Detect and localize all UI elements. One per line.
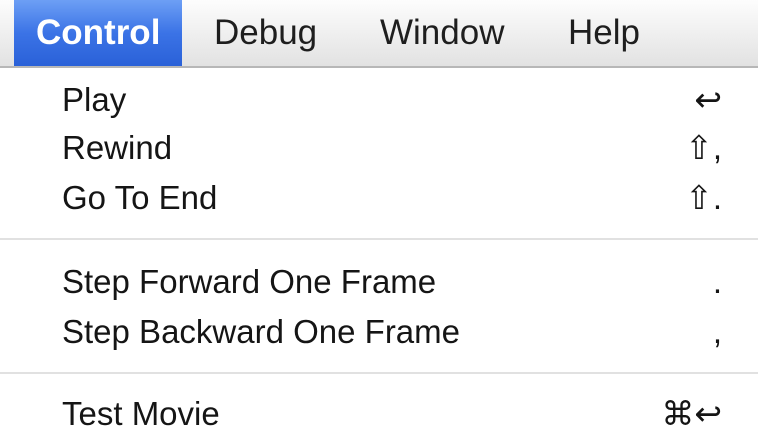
- go-to-end-label: Go To End: [62, 179, 218, 216]
- menu-separator: [0, 372, 758, 374]
- menu-separator: [0, 238, 758, 240]
- period-shortcut: .: [712, 263, 722, 300]
- rewind-label: Rewind: [62, 129, 173, 166]
- menu-screen: Control Debug Window Help Play ↩ Rewind …: [0, 0, 758, 430]
- step-forward-label: Step Forward One Frame: [62, 263, 437, 300]
- return-shortcut: ↩: [694, 81, 722, 118]
- play-menu-item[interactable]: Play ↩: [0, 76, 758, 124]
- test-movie-menu-item[interactable]: Test Movie ⌘↩: [0, 390, 758, 430]
- window-menu[interactable]: Window: [380, 0, 504, 66]
- shift-comma-shortcut: ⇧,: [685, 129, 722, 166]
- step-backward-menu-item[interactable]: Step Backward One Frame ,: [0, 308, 758, 356]
- comma-shortcut: ,: [712, 313, 722, 350]
- go-to-end-menu-item[interactable]: Go To End ⇧.: [0, 174, 758, 222]
- command-return-shortcut: ⌘↩: [661, 395, 722, 430]
- menu-bar: Control Debug Window Help: [0, 0, 758, 68]
- step-backward-label: Step Backward One Frame: [62, 313, 460, 350]
- rewind-menu-item[interactable]: Rewind ⇧,: [0, 124, 758, 172]
- debug-menu[interactable]: Debug: [214, 0, 317, 66]
- test-movie-label: Test Movie: [62, 395, 220, 430]
- shift-period-shortcut: ⇧.: [685, 179, 722, 216]
- control-dropdown-menu: Play ↩ Rewind ⇧, Go To End ⇧. Step Forwa…: [0, 68, 758, 430]
- control-menu[interactable]: Control: [14, 0, 183, 66]
- help-menu[interactable]: Help: [568, 0, 640, 66]
- step-forward-menu-item[interactable]: Step Forward One Frame .: [0, 258, 758, 306]
- play-label: Play: [62, 81, 127, 118]
